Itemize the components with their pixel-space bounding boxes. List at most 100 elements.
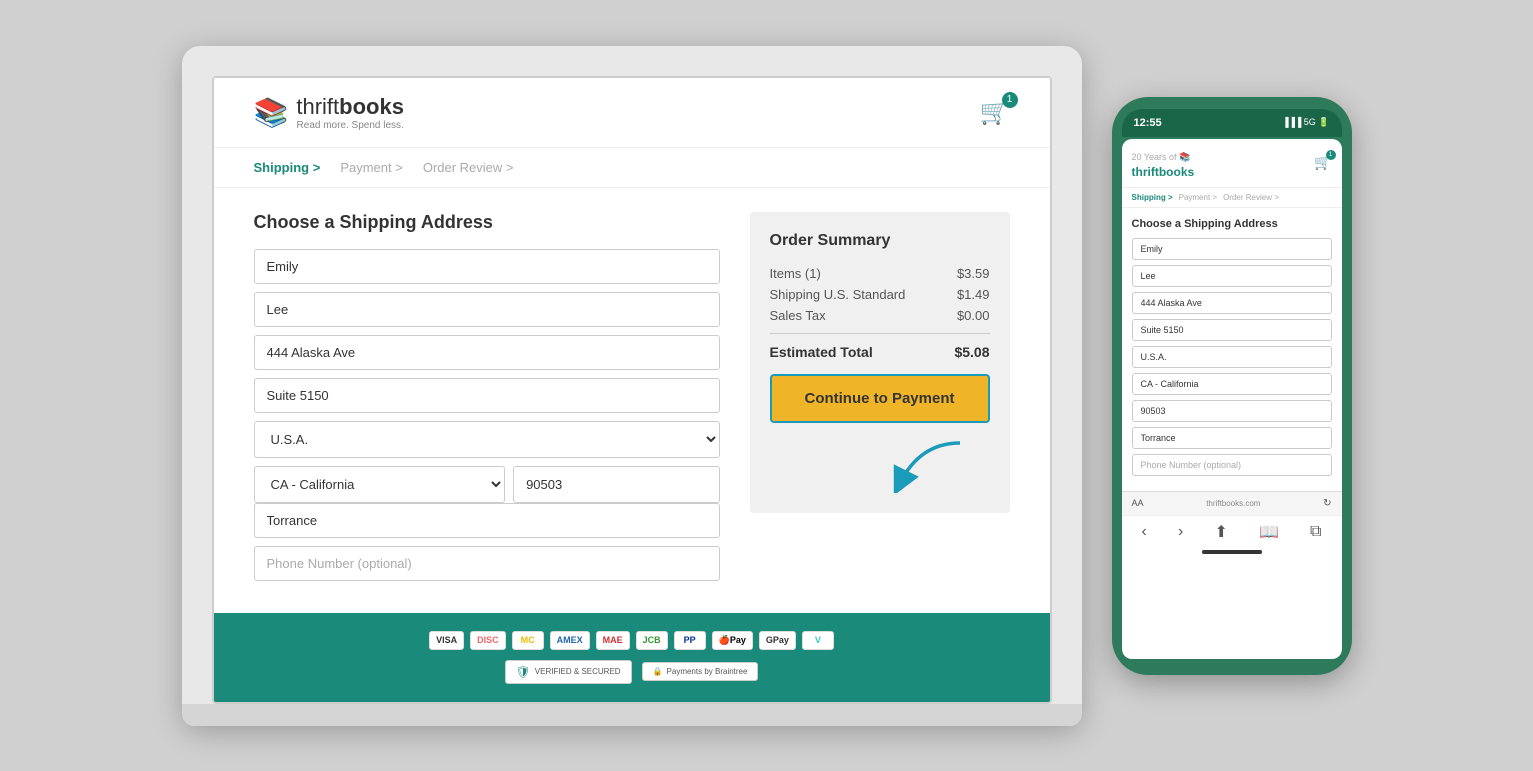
last-name-group xyxy=(254,292,720,327)
breadcrumb-nav: Shipping > Payment > Order Review > xyxy=(214,148,1050,188)
summary-items-row: Items (1) $3.59 xyxy=(770,266,990,281)
lock-icon: 🔒 xyxy=(653,667,663,676)
phone-suite-input[interactable] xyxy=(1132,319,1332,341)
first-name-input[interactable] xyxy=(254,249,720,284)
maestro-icon: MAE xyxy=(596,631,630,650)
summary-total-row: Estimated Total $5.08 xyxy=(770,344,990,360)
section-title: Choose a Shipping Address xyxy=(254,212,720,233)
laptop-base xyxy=(182,704,1082,726)
breadcrumb-review[interactable]: Order Review > xyxy=(423,160,514,175)
main-content: Choose a Shipping Address U.S.A. xyxy=(214,188,1050,613)
phone-country-input[interactable] xyxy=(1132,346,1332,368)
phone-breadcrumb-payment[interactable]: Payment > xyxy=(1179,193,1217,202)
phone-breadcrumb-shipping[interactable]: Shipping > xyxy=(1132,193,1173,202)
phone-header: 20 Years of 📚 thriftbooks 🛒 1 xyxy=(1122,139,1342,188)
phone-cart-badge: 1 xyxy=(1326,150,1336,160)
phone-breadcrumb-nav: Shipping > Payment > Order Review > xyxy=(1122,188,1342,208)
phone-back-button[interactable]: ‹ xyxy=(1142,523,1147,541)
country-group: U.S.A. xyxy=(254,421,720,458)
phone-anniversary-text: 20 Years of 📚 xyxy=(1132,152,1191,162)
security-badges: 🛡 VERIFIED & SECURED 🔒 Payments by Brain… xyxy=(234,660,1030,684)
phone-last-name-input[interactable] xyxy=(1132,265,1332,287)
phone-first-name-input[interactable] xyxy=(1132,238,1332,260)
phone-zip-input[interactable] xyxy=(1132,400,1332,422)
verified-badge: 🛡 VERIFIED & SECURED xyxy=(505,660,632,684)
venmo-icon: V xyxy=(802,631,834,650)
phone-tabs-button[interactable]: ⧉ xyxy=(1310,523,1321,541)
jcb-icon: JCB xyxy=(636,631,668,650)
phone-notch: 12:55 ▐▐▐ 5G 🔋 xyxy=(1122,109,1342,137)
summary-total-price: $5.08 xyxy=(954,344,989,360)
suite-input[interactable] xyxy=(254,378,720,413)
site-header: 📚 thriftbooks Read more. Spend less. 🛒 1 xyxy=(214,78,1050,148)
phone-refresh-icon[interactable]: ↻ xyxy=(1323,498,1331,509)
arrow-annotation xyxy=(770,433,990,493)
arrow-icon xyxy=(890,433,970,493)
zip-input[interactable] xyxy=(513,466,719,503)
shipping-form: Choose a Shipping Address U.S.A. xyxy=(254,212,720,589)
braintree-badge: 🔒 Payments by Braintree xyxy=(642,662,759,681)
breadcrumb-payment[interactable]: Payment > xyxy=(340,160,403,175)
state-zip-row: CA - California xyxy=(254,466,720,503)
phone-state-input[interactable] xyxy=(1132,373,1332,395)
order-summary: Order Summary Items (1) $3.59 Shipping U… xyxy=(750,212,1010,513)
phone-share-button[interactable]: ⬆ xyxy=(1214,522,1227,542)
applepay-icon: 🍎Pay xyxy=(712,631,753,650)
cart-badge: 1 xyxy=(1002,92,1018,108)
logo-area: 📚 thriftbooks Read more. Spend less. xyxy=(254,94,404,131)
address-input[interactable] xyxy=(254,335,720,370)
phone-logo-area: 20 Years of 📚 thriftbooks xyxy=(1132,147,1195,179)
state-select[interactable]: CA - California xyxy=(254,466,506,503)
summary-shipping-row: Shipping U.S. Standard $1.49 xyxy=(770,287,990,302)
phone-time: 12:55 xyxy=(1134,117,1162,129)
phone-content: Choose a Shipping Address xyxy=(1122,208,1342,491)
phone-status: ▐▐▐ 5G 🔋 xyxy=(1282,117,1329,128)
googlepay-icon: GPay xyxy=(759,631,796,650)
braintree-text: Payments by Braintree xyxy=(667,667,748,676)
suite-group xyxy=(254,378,720,413)
phone-input[interactable] xyxy=(254,546,720,581)
phone-forward-button[interactable]: › xyxy=(1178,523,1183,541)
continue-to-payment-button[interactable]: Continue to Payment xyxy=(770,374,990,423)
phone-url-bar[interactable]: thriftbooks.com xyxy=(1206,499,1260,508)
visa-icon: VISA xyxy=(429,631,464,650)
last-name-input[interactable] xyxy=(254,292,720,327)
phone-browser-bar: AA thriftbooks.com ↻ xyxy=(1122,491,1342,515)
summary-tax-row: Sales Tax $0.00 xyxy=(770,308,990,323)
discover-icon: DISC xyxy=(470,631,506,650)
site-footer: VISA DISC MC AMEX MAE JCB PP 🍎Pay GPay V… xyxy=(214,613,1050,702)
first-name-group xyxy=(254,249,720,284)
mastercard-icon: MC xyxy=(512,631,544,650)
summary-items-price: $3.59 xyxy=(957,266,990,281)
summary-shipping-label: Shipping U.S. Standard xyxy=(770,287,906,302)
verified-text: VERIFIED & SECURED xyxy=(535,667,621,676)
laptop-screen: 📚 thriftbooks Read more. Spend less. 🛒 1… xyxy=(212,76,1052,704)
phone-bookmarks-button[interactable]: 📖 xyxy=(1259,522,1279,542)
phone-group xyxy=(254,546,720,581)
logo-book-icon: 📚 xyxy=(254,96,289,129)
country-select[interactable]: U.S.A. xyxy=(254,421,720,458)
breadcrumb-shipping[interactable]: Shipping > xyxy=(254,160,321,175)
cart-area[interactable]: 🛒 1 xyxy=(980,98,1010,127)
phone-aa-text: AA xyxy=(1132,498,1144,508)
city-input[interactable] xyxy=(254,503,720,538)
summary-tax-label: Sales Tax xyxy=(770,308,826,323)
phone-address-input[interactable] xyxy=(1132,292,1332,314)
summary-tax-price: $0.00 xyxy=(957,308,990,323)
address-group xyxy=(254,335,720,370)
phone-city-input[interactable] xyxy=(1132,427,1332,449)
phone-cart-icon[interactable]: 🛒 1 xyxy=(1314,154,1331,171)
shield-icon: 🛡 xyxy=(516,665,531,679)
summary-divider xyxy=(770,333,990,334)
phone-nav-bar: ‹ › ⬆ 📖 ⧉ xyxy=(1122,515,1342,546)
city-group xyxy=(254,503,720,538)
mobile-phone-mockup: 12:55 ▐▐▐ 5G 🔋 20 Years of 📚 thriftbooks… xyxy=(1112,97,1352,675)
paypal-icon: PP xyxy=(674,631,706,650)
phone-home-indicator xyxy=(1202,550,1262,554)
phone-section-title: Choose a Shipping Address xyxy=(1132,218,1332,230)
payment-icons-row: VISA DISC MC AMEX MAE JCB PP 🍎Pay GPay V xyxy=(234,631,1030,650)
summary-total-label: Estimated Total xyxy=(770,344,873,360)
phone-phone-input[interactable] xyxy=(1132,454,1332,476)
phone-screen: 20 Years of 📚 thriftbooks 🛒 1 Shipping >… xyxy=(1122,139,1342,659)
phone-breadcrumb-review[interactable]: Order Review > xyxy=(1223,193,1279,202)
